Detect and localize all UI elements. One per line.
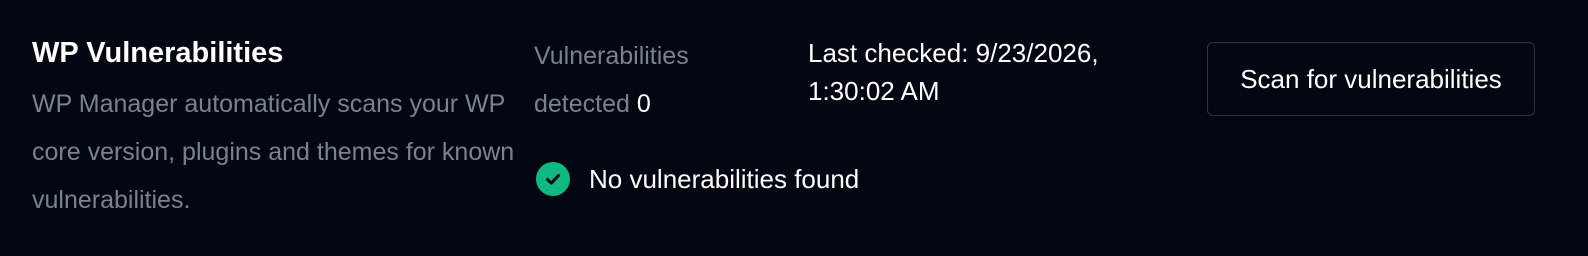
section-title: WP Vulnerabilities [32,37,284,69]
scan-for-vulnerabilities-button[interactable]: Scan for vulnerabilities [1207,42,1535,116]
check-circle-icon [536,162,570,196]
vulnerabilities-count-block: Vulnerabilities detected 0 [534,32,774,128]
vulnerabilities-count-label: Vulnerabilities detected [534,42,689,118]
scan-status-text: No vulnerabilities found [589,164,860,194]
vulnerabilities-count-value: 0 [636,90,651,118]
section-description: WP Manager automatically scans your WP c… [32,90,515,214]
vulnerabilities-panel: WP Vulnerabilities WP Manager automatica… [0,0,1588,256]
last-checked-timestamp: Last checked: 9/23/2026, 1:30:02 AM [808,38,1099,106]
scan-status: No vulnerabilities found [536,160,859,198]
